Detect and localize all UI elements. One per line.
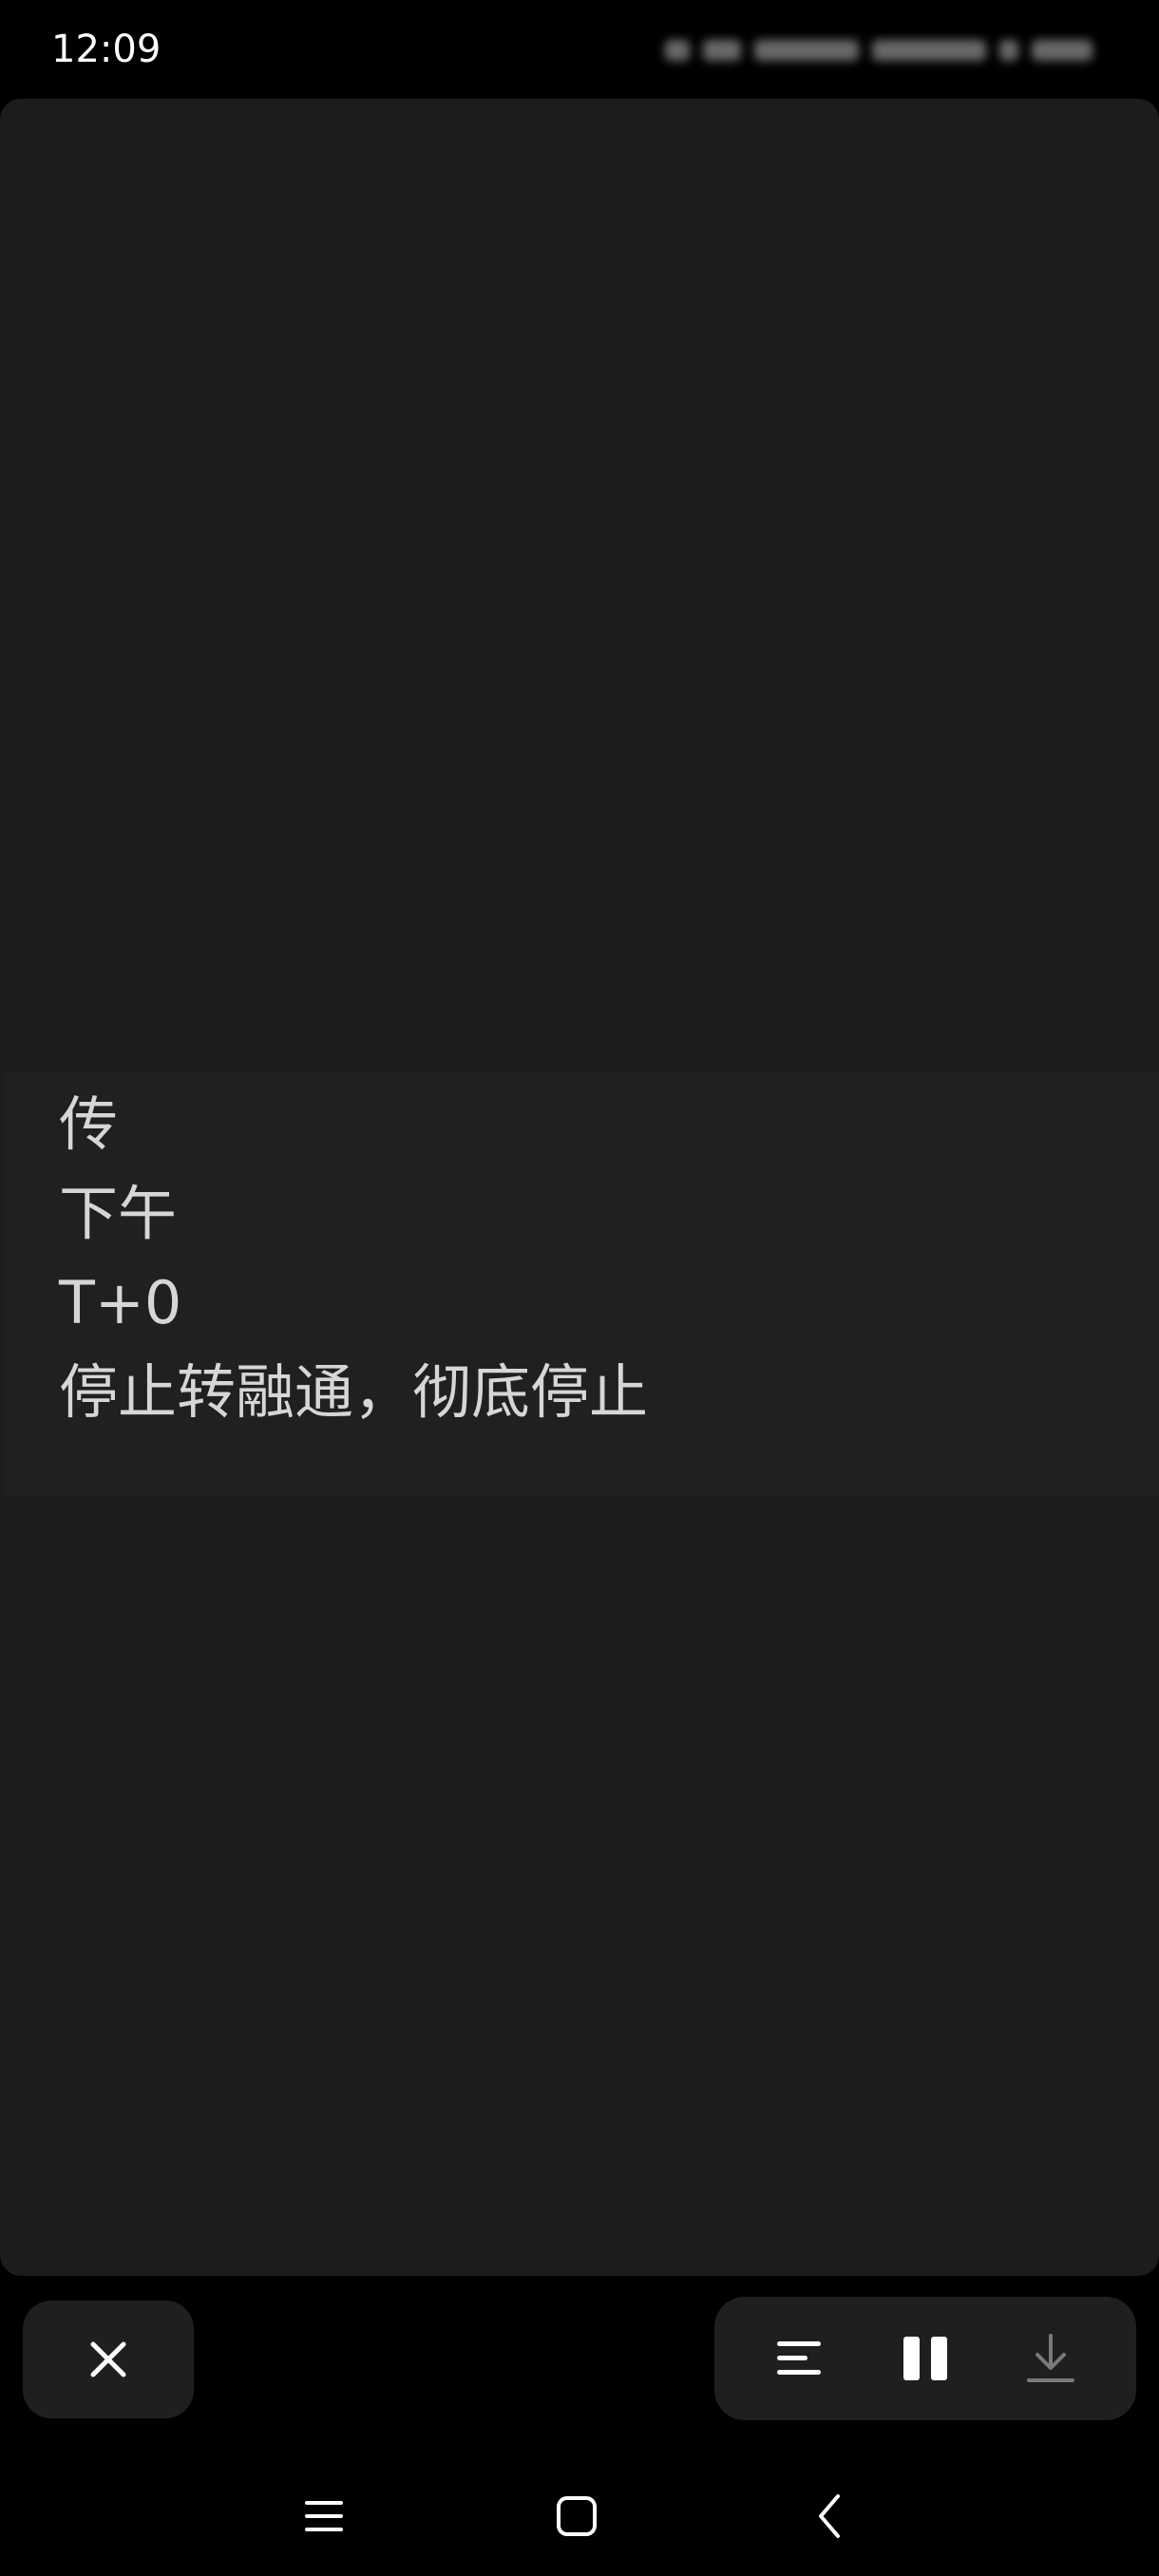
status-icon: [872, 40, 986, 61]
transcript-line: 传: [59, 1089, 119, 1159]
home-icon: [555, 2494, 598, 2538]
navigation-bar: [0, 2451, 1159, 2576]
menu-icon: [303, 2497, 345, 2535]
status-icon: [754, 40, 859, 61]
transcript-line: T+0: [59, 1268, 182, 1337]
status-icons: [618, 34, 1092, 66]
download-button[interactable]: [994, 2297, 1108, 2420]
caption-panel: 传 下午 T+0 停止转融通，彻底停止: [0, 99, 1159, 2276]
pause-icon: [902, 2335, 949, 2382]
battery-icon: [1032, 40, 1092, 61]
menu-button[interactable]: [281, 2473, 367, 2559]
back-button[interactable]: [787, 2473, 872, 2559]
transcript-line: 停止转融通，彻底停止: [59, 1357, 649, 1427]
back-icon: [813, 2492, 846, 2540]
status-time: 12:09: [51, 28, 162, 71]
status-icon: [703, 40, 741, 61]
status-icon: [999, 40, 1018, 61]
close-icon: [87, 2339, 129, 2380]
playback-controls: [714, 2297, 1136, 2420]
pause-button[interactable]: [868, 2297, 982, 2420]
download-icon: [1026, 2333, 1075, 2384]
close-button[interactable]: [23, 2301, 194, 2418]
home-button[interactable]: [534, 2473, 619, 2559]
text-align-icon: [775, 2338, 825, 2379]
transcript-block: 传 下午 T+0 停止转融通，彻底停止: [4, 1071, 1159, 1497]
status-bar: 12:09: [0, 0, 1159, 99]
transcript-line: 下午: [59, 1179, 178, 1248]
status-icon: [665, 40, 690, 61]
text-align-button[interactable]: [743, 2297, 857, 2420]
